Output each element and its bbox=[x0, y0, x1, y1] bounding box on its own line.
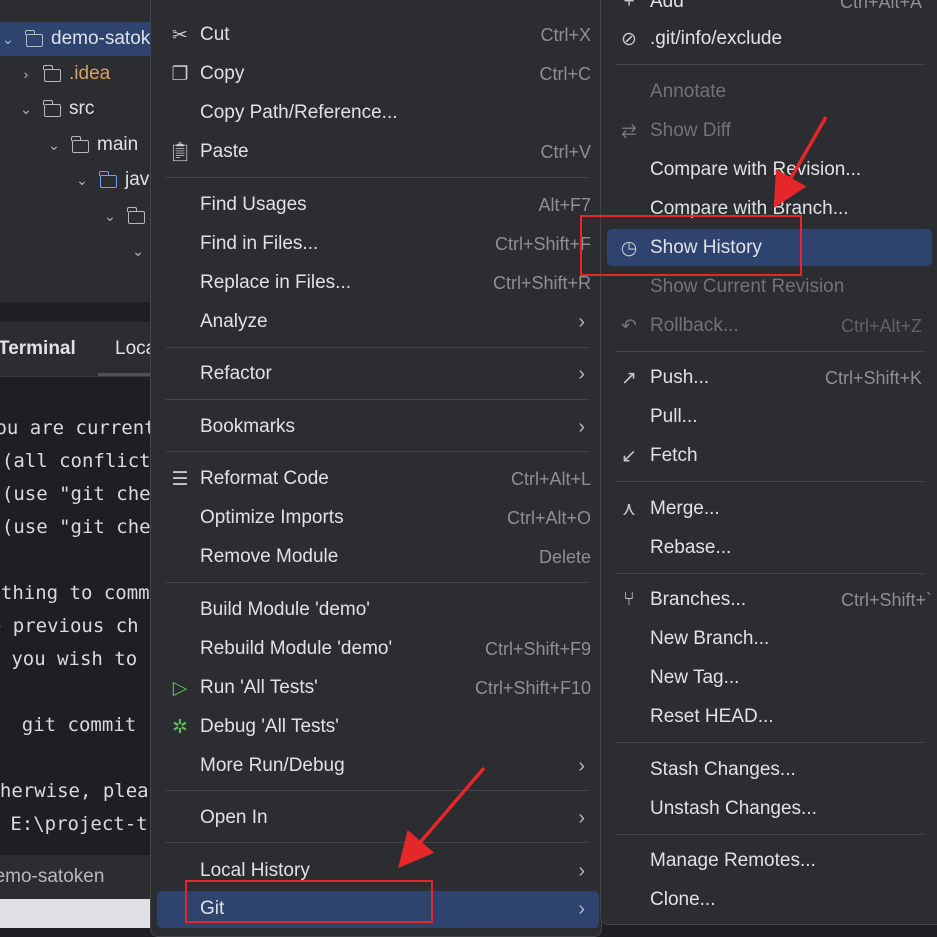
annotation-arrow-git bbox=[398, 766, 486, 868]
annotation-arrows bbox=[398, 116, 828, 868]
annotation-arrow-history bbox=[773, 116, 828, 209]
